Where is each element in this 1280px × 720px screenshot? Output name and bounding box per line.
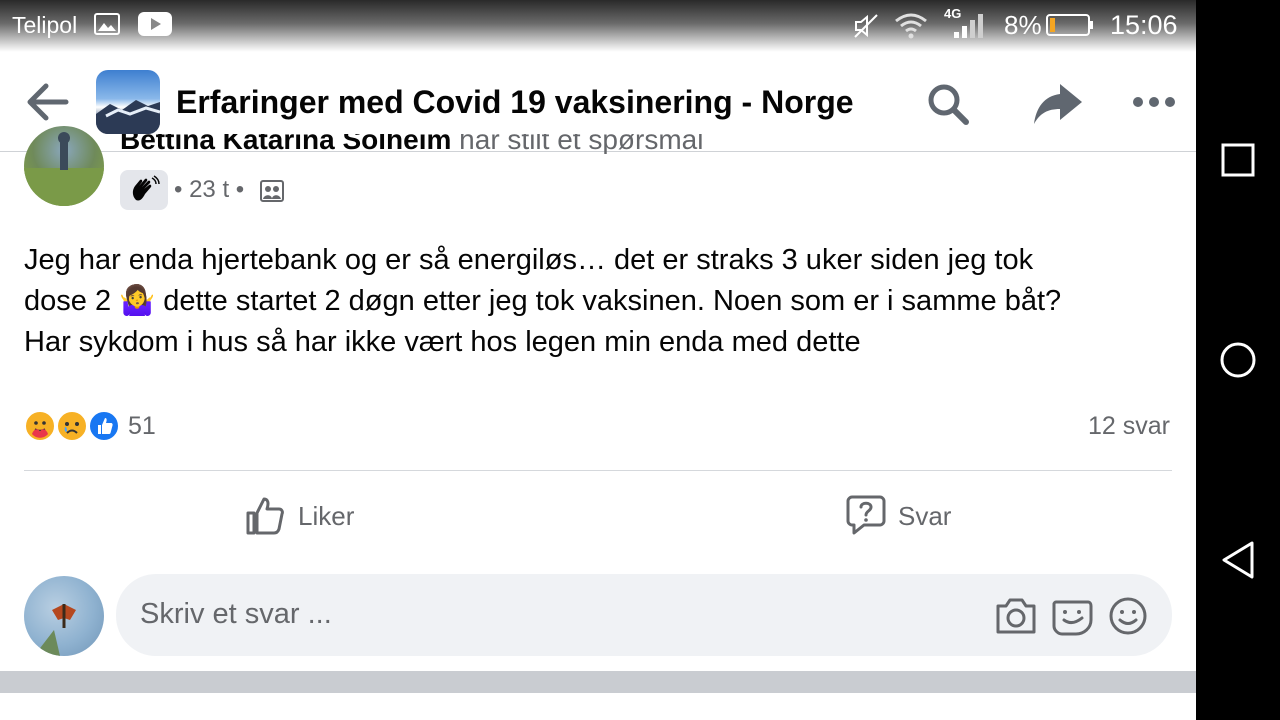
back-button[interactable] xyxy=(22,80,72,124)
image-notification-icon xyxy=(94,12,120,41)
group-privacy-icon xyxy=(260,180,284,207)
question-bubble-icon xyxy=(846,495,886,535)
author-avatar[interactable] xyxy=(24,126,104,206)
camera-icon[interactable] xyxy=(994,594,1038,638)
android-navigation-bar xyxy=(1196,0,1280,720)
thumbs-up-icon xyxy=(246,497,284,535)
post-time[interactable]: 23 t xyxy=(189,176,229,203)
user-avatar[interactable] xyxy=(24,576,104,656)
clock: 15:06 xyxy=(1110,10,1178,40)
like-button[interactable]: Liker xyxy=(244,494,354,538)
battery-icon xyxy=(1046,14,1094,41)
more-options-button[interactable] xyxy=(1128,86,1180,118)
reply-button[interactable]: Svar xyxy=(846,494,951,538)
youtube-notification-icon xyxy=(138,12,172,41)
post-text-line: dose 2 🤷‍♀️ dette startet 2 døgn etter j… xyxy=(24,285,1062,317)
post-body: Jeg har enda hjertebank og er så energil… xyxy=(24,240,1184,363)
reply-label: Svar xyxy=(898,500,952,531)
reply-count[interactable]: 12 svar xyxy=(1088,412,1170,441)
more-icon xyxy=(1133,97,1175,107)
emoji-icon[interactable] xyxy=(1106,594,1150,638)
back-arrow-icon xyxy=(27,83,69,121)
reaction-count[interactable]: 51 xyxy=(128,412,156,441)
like-reaction-icon xyxy=(88,410,120,442)
care-reaction-icon xyxy=(24,410,56,442)
mute-icon xyxy=(852,12,880,45)
carrier-name: Telipol xyxy=(12,12,78,38)
post-text-line: Har sykdom i hus så har ikke vært hos le… xyxy=(24,326,861,358)
reply-input-placeholder[interactable]: Skriv et svar ... xyxy=(140,598,332,631)
share-icon xyxy=(1034,84,1082,124)
share-button[interactable] xyxy=(1030,80,1086,128)
author-action: har stilt et spørsmål xyxy=(451,134,704,154)
wifi-icon xyxy=(894,12,928,45)
search-button[interactable] xyxy=(924,80,972,128)
post-meta: • 23 t • xyxy=(174,176,245,203)
reply-composer[interactable]: Skriv et svar ... xyxy=(116,574,1172,656)
back-nav-button[interactable] xyxy=(1216,538,1260,582)
recent-apps-button[interactable] xyxy=(1216,138,1260,182)
search-icon xyxy=(928,84,969,125)
waving-hand-icon xyxy=(132,175,160,201)
post-text-line: Jeg har enda hjertebank og er så energil… xyxy=(24,244,1034,276)
divider xyxy=(24,470,1172,471)
like-label: Liker xyxy=(298,500,355,531)
author-name[interactable]: Bettina Katarina Solheim xyxy=(120,134,451,154)
member-badge[interactable] xyxy=(120,170,168,210)
section-separator xyxy=(0,671,1196,693)
sticker-icon[interactable] xyxy=(1050,594,1094,638)
sad-reaction-icon xyxy=(56,410,88,442)
status-bar: Telipol 4G 8% 15:06 xyxy=(0,0,1196,52)
battery-percentage: 8% xyxy=(1004,10,1042,40)
group-title[interactable]: Erfaringer med Covid 19 vaksinering - No… xyxy=(176,84,854,121)
home-button[interactable] xyxy=(1216,338,1260,382)
signal-icon xyxy=(950,12,986,45)
group-cover-thumbnail[interactable] xyxy=(96,70,160,134)
author-line: Bettina Katarina Solheim har stilt et sp… xyxy=(120,134,703,154)
